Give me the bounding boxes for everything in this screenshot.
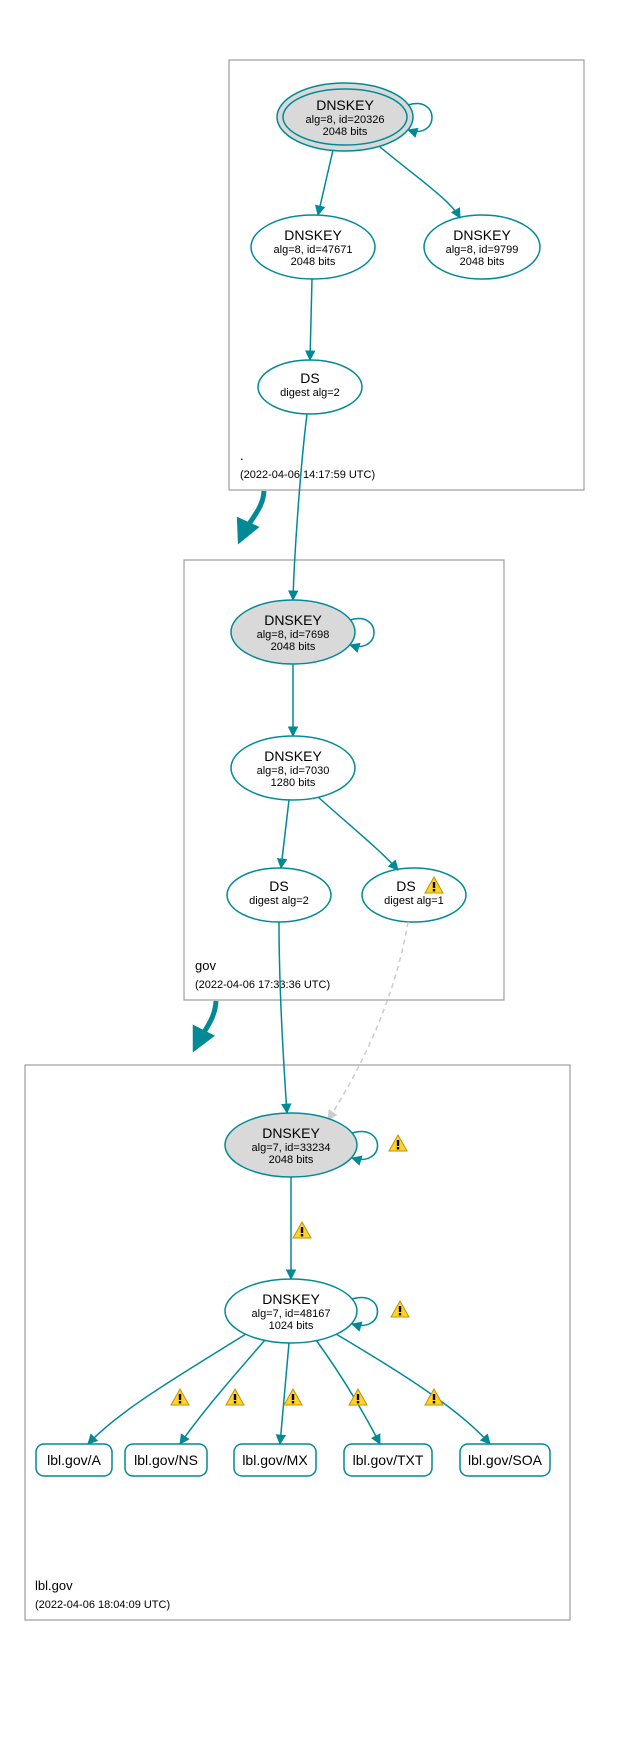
svg-text:alg=8, id=7698: alg=8, id=7698	[257, 629, 330, 641]
warning-icon	[389, 1135, 407, 1151]
svg-text:DNSKEY: DNSKEY	[316, 97, 374, 113]
warning-icon	[226, 1389, 244, 1405]
edge-lbl-zsk-ns	[180, 1340, 265, 1444]
svg-text:DNSKEY: DNSKEY	[284, 227, 342, 243]
warning-icon	[391, 1301, 409, 1317]
svg-text:DS: DS	[269, 878, 288, 894]
edge-root-ksk-zsk2	[380, 147, 460, 218]
svg-text:lbl.gov/NS: lbl.gov/NS	[134, 1452, 198, 1468]
zone-root-label: .	[240, 448, 244, 463]
edge-gov-ds2-lbl-ksk	[328, 922, 408, 1120]
svg-text:DNSKEY: DNSKEY	[264, 612, 322, 628]
svg-text:2048 bits: 2048 bits	[460, 256, 505, 268]
node-gov-ds2[interactable]: DS digest alg=1	[362, 868, 466, 922]
node-root-ksk[interactable]: DNSKEY alg=8, id=20326 2048 bits	[277, 83, 413, 151]
svg-text:DNSKEY: DNSKEY	[262, 1291, 320, 1307]
svg-text:digest alg=2: digest alg=2	[249, 895, 309, 907]
warning-icon	[293, 1222, 311, 1238]
svg-text:1024 bits: 1024 bits	[269, 1320, 314, 1332]
node-root-zsk1[interactable]: DNSKEY alg=8, id=47671 2048 bits	[251, 215, 375, 279]
svg-text:lbl.gov/MX: lbl.gov/MX	[242, 1452, 308, 1468]
zone-lblgov: lbl.gov (2022-04-06 18:04:09 UTC) DNSKEY…	[25, 922, 570, 1620]
node-root-zsk2[interactable]: DNSKEY alg=8, id=9799 2048 bits	[424, 215, 540, 279]
node-gov-zsk[interactable]: DNSKEY alg=8, id=7030 1280 bits	[231, 736, 355, 800]
node-lbl-zsk[interactable]: DNSKEY alg=7, id=48167 1024 bits	[225, 1279, 357, 1343]
node-lbl-a[interactable]: lbl.gov/A	[36, 1444, 112, 1476]
node-gov-ds1[interactable]: DS digest alg=2	[227, 868, 331, 922]
warning-icon	[171, 1389, 189, 1405]
svg-text:digest alg=1: digest alg=1	[384, 895, 444, 907]
zone-lblgov-label: lbl.gov	[35, 1578, 73, 1593]
svg-text:lbl.gov/TXT: lbl.gov/TXT	[353, 1452, 424, 1468]
edge-root-zsk1-ds	[310, 279, 312, 360]
node-lbl-ns[interactable]: lbl.gov/NS	[125, 1444, 207, 1476]
svg-text:DS: DS	[396, 878, 415, 894]
zone-gov-label: gov	[195, 958, 216, 973]
svg-text:(2022-04-06 17:33:36 UTC): (2022-04-06 17:33:36 UTC)	[195, 979, 330, 991]
zone-root: . (2022-04-06 14:17:59 UTC) DNSKEY alg=8…	[229, 60, 584, 490]
svg-text:1280 bits: 1280 bits	[271, 777, 316, 789]
zone-root-timestamp: (2022-04-06 14:17:59 UTC)	[240, 469, 375, 481]
svg-text:alg=7, id=48167: alg=7, id=48167	[252, 1308, 331, 1320]
svg-text:DNSKEY: DNSKEY	[453, 227, 511, 243]
node-root-ds[interactable]: DS digest alg=2	[258, 360, 362, 414]
edge-gov-zsk-ds1	[281, 800, 289, 868]
node-lbl-mx[interactable]: lbl.gov/MX	[234, 1444, 316, 1476]
zone-gov: gov (2022-04-06 17:33:36 UTC) DNSKEY alg…	[184, 414, 504, 1000]
svg-text:alg=8, id=20326: alg=8, id=20326	[306, 114, 385, 126]
svg-text:alg=8, id=9799: alg=8, id=9799	[446, 244, 519, 256]
svg-text:alg=8, id=7030: alg=8, id=7030	[257, 765, 330, 777]
svg-text:alg=8, id=47671: alg=8, id=47671	[274, 244, 353, 256]
edge-gov-ds1-lbl-ksk	[279, 922, 287, 1113]
svg-text:2048 bits: 2048 bits	[291, 256, 336, 268]
svg-text:2048 bits: 2048 bits	[271, 641, 316, 653]
svg-text:lbl.gov/A: lbl.gov/A	[47, 1452, 101, 1468]
svg-text:DNSKEY: DNSKEY	[264, 748, 322, 764]
node-gov-ksk[interactable]: DNSKEY alg=8, id=7698 2048 bits	[231, 600, 355, 664]
node-lbl-ksk[interactable]: DNSKEY alg=7, id=33234 2048 bits	[225, 1113, 357, 1177]
edge-lbl-zsk-mx	[280, 1343, 289, 1444]
edge-lbl-zsk-soa	[336, 1334, 490, 1444]
warning-icon	[284, 1389, 302, 1405]
svg-text:2048 bits: 2048 bits	[269, 1154, 314, 1166]
edge-gov-zsk-ds2	[318, 797, 398, 870]
svg-text:alg=7, id=33234: alg=7, id=33234	[252, 1142, 331, 1154]
node-lbl-txt[interactable]: lbl.gov/TXT	[344, 1444, 432, 1476]
zone-arrow-root-gov	[240, 491, 264, 540]
node-lbl-soa[interactable]: lbl.gov/SOA	[460, 1444, 550, 1476]
edge-root-ksk-zsk1	[318, 150, 333, 215]
svg-text:(2022-04-06 18:04:09 UTC): (2022-04-06 18:04:09 UTC)	[35, 1599, 170, 1611]
edge-root-ds-gov-ksk	[293, 414, 307, 600]
svg-text:lbl.gov/SOA: lbl.gov/SOA	[468, 1452, 543, 1468]
svg-text:2048 bits: 2048 bits	[323, 126, 368, 138]
svg-text:DS: DS	[300, 370, 319, 386]
svg-text:digest alg=2: digest alg=2	[280, 387, 340, 399]
zone-arrow-gov-lbl	[195, 1001, 216, 1048]
svg-text:DNSKEY: DNSKEY	[262, 1125, 320, 1141]
warning-icon	[349, 1389, 367, 1405]
